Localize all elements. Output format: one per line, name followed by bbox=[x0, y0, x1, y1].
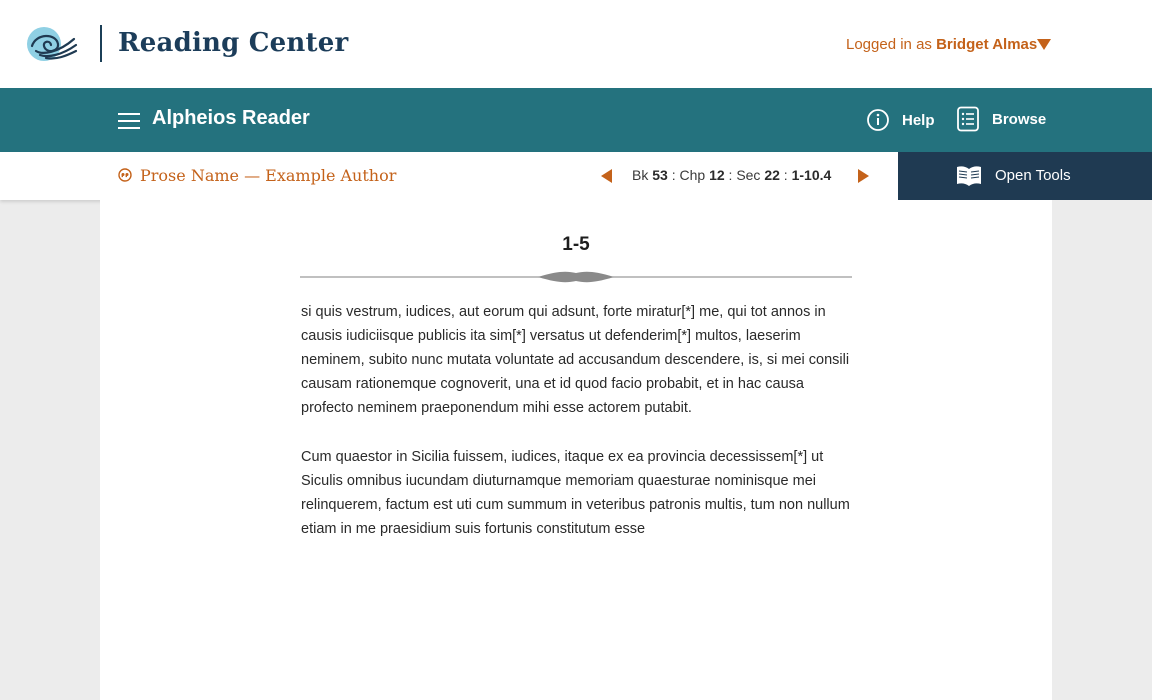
open-tools-label: Open Tools bbox=[995, 167, 1071, 184]
help-button[interactable]: Help bbox=[866, 106, 935, 134]
section-number: 22 bbox=[764, 167, 780, 183]
app-name[interactable]: Alpheios Reader bbox=[152, 107, 310, 130]
site-header: Reading Center Logged in as Bridget Alma… bbox=[0, 0, 1152, 88]
browse-button[interactable]: Browse bbox=[956, 104, 1046, 134]
citation-separator: : bbox=[671, 167, 676, 183]
list-icon bbox=[957, 106, 979, 132]
open-book-icon bbox=[957, 166, 981, 186]
open-tools-button[interactable]: Open Tools bbox=[898, 152, 1152, 200]
caret-left-icon[interactable] bbox=[601, 169, 612, 183]
reading-center-logo[interactable] bbox=[26, 25, 78, 63]
login-prefix: Logged in as bbox=[846, 36, 932, 53]
section-label: Sec bbox=[736, 167, 761, 183]
hamburger-icon[interactable] bbox=[118, 113, 140, 129]
chapter-label: Chp bbox=[679, 167, 706, 183]
passage-paragraph: Cum quaestor in Sicilia fuissem, iudices… bbox=[301, 449, 850, 537]
site-title[interactable]: Reading Center bbox=[118, 28, 348, 58]
book-number: 53 bbox=[652, 167, 668, 183]
browse-label: Browse bbox=[992, 110, 1047, 128]
citation-separator: : bbox=[783, 167, 788, 183]
caret-down-icon[interactable] bbox=[1037, 39, 1051, 50]
section-heading: 1-5 bbox=[562, 234, 590, 255]
work-title[interactable]: Prose Name — Example Author bbox=[140, 166, 396, 185]
passage-range: 1-10.4 bbox=[791, 167, 832, 183]
logo-divider bbox=[100, 25, 102, 62]
user-menu[interactable]: Logged in as Bridget Almas bbox=[846, 36, 1037, 53]
citation: Bk 53 : Chp 12 : Sec 22 : 1-10.4 bbox=[632, 167, 831, 183]
passage-paragraph: si quis vestrum, iudices, aut eorum qui … bbox=[301, 304, 850, 416]
user-name[interactable]: Bridget Almas bbox=[936, 36, 1037, 53]
chapter-number: 12 bbox=[709, 167, 725, 183]
citation-separator: : bbox=[728, 167, 733, 183]
info-icon bbox=[867, 109, 889, 131]
book-label: Bk bbox=[632, 167, 649, 183]
section-divider bbox=[300, 271, 852, 283]
help-label: Help bbox=[902, 111, 935, 129]
caret-right-icon[interactable] bbox=[858, 169, 869, 183]
quote-icon bbox=[118, 168, 132, 182]
